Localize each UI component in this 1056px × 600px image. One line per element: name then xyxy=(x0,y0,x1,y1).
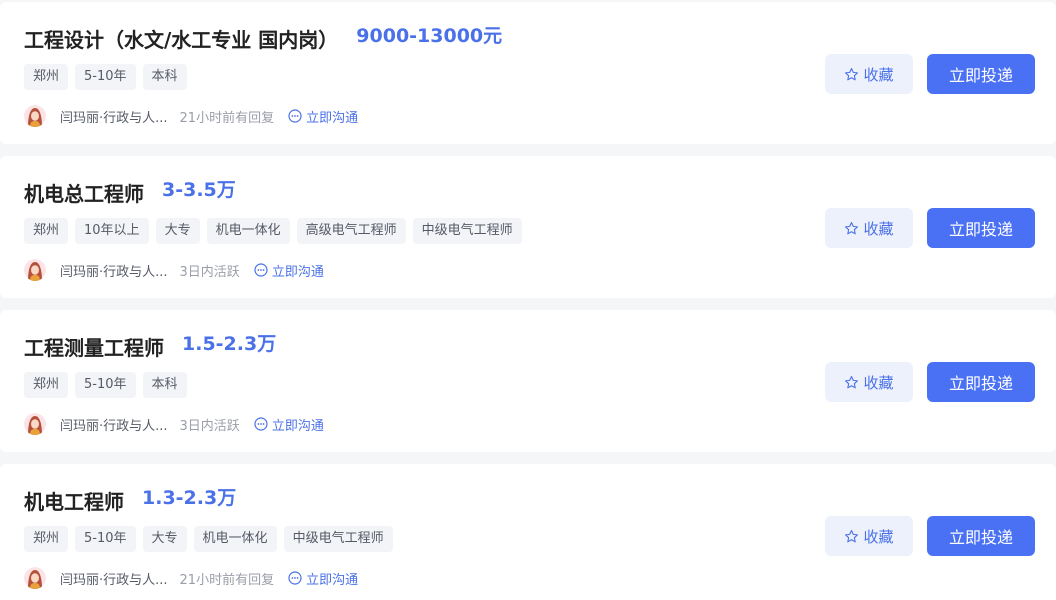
recruiter-avatar[interactable] xyxy=(24,413,46,435)
apply-label: 立即投递 xyxy=(948,66,1013,85)
favorite-button[interactable]: 收藏 xyxy=(825,516,913,556)
job-salary: 1.5-2.3万 xyxy=(182,332,277,355)
recruiter-active-status: 21小时前有回复 xyxy=(179,110,275,126)
favorite-button[interactable]: 收藏 xyxy=(825,54,913,94)
recruiter-active-status: 21小时前有回复 xyxy=(179,572,275,588)
chat-now-link[interactable]: 立即沟通 xyxy=(288,569,358,588)
job-title[interactable]: 工程测量工程师 xyxy=(24,332,164,361)
job-tag-skill: 中级电气工程师 xyxy=(283,526,393,552)
job-card[interactable]: 工程设计（水文/水工专业 国内岗） 9000-13000元 郑州 5-10年 本… xyxy=(0,2,1056,144)
favorite-label: 收藏 xyxy=(863,219,894,238)
star-outline-icon xyxy=(845,375,859,388)
job-tag-education: 大专 xyxy=(155,218,200,244)
recruiter-avatar[interactable] xyxy=(24,105,46,127)
job-tag-location: 郑州 xyxy=(24,218,69,244)
job-tag-experience: 5-10年 xyxy=(75,64,136,90)
job-tags: 郑州 5-10年 本科 xyxy=(24,64,187,90)
job-salary: 1.3-2.3万 xyxy=(142,486,237,509)
recruiter-active-status: 3日内活跃 xyxy=(179,264,240,280)
job-title[interactable]: 机电工程师 xyxy=(24,486,124,515)
favorite-button[interactable]: 收藏 xyxy=(825,362,913,402)
apply-button[interactable]: 立即投递 xyxy=(927,516,1035,556)
apply-button[interactable]: 立即投递 xyxy=(927,208,1035,248)
job-title-row: 机电总工程师 3-3.5万 xyxy=(24,176,236,208)
job-title-row: 机电工程师 1.3-2.3万 xyxy=(24,484,236,516)
chat-bubble-icon xyxy=(254,263,268,277)
recruiter-name: 闫玛丽·行政与人... xyxy=(60,264,168,280)
chat-bubble-icon xyxy=(288,109,302,123)
chat-now-label: 立即沟通 xyxy=(271,264,324,280)
recruiter-row: 闫玛丽·行政与人... 21小时前有回复 立即沟通 xyxy=(24,104,358,128)
favorite-label: 收藏 xyxy=(863,527,894,546)
job-tag-skill: 中级电气工程师 xyxy=(412,218,522,244)
job-card[interactable]: 工程测量工程师 1.5-2.3万 郑州 5-10年 本科 闫玛丽·行政与人...… xyxy=(0,310,1056,452)
job-salary: 3-3.5万 xyxy=(162,178,236,201)
job-tag-skill: 机电一体化 xyxy=(206,218,290,244)
job-tag-education: 本科 xyxy=(142,372,187,398)
job-tag-location: 郑州 xyxy=(24,526,69,552)
recruiter-row: 闫玛丽·行政与人... 3日内活跃 立即沟通 xyxy=(24,412,324,436)
chat-now-label: 立即沟通 xyxy=(271,418,324,434)
job-list: 工程设计（水文/水工专业 国内岗） 9000-13000元 郑州 5-10年 本… xyxy=(0,0,1056,600)
recruiter-name: 闫玛丽·行政与人... xyxy=(60,572,168,588)
star-outline-icon xyxy=(845,221,859,234)
job-title[interactable]: 机电总工程师 xyxy=(24,178,144,207)
job-title-row: 工程设计（水文/水工专业 国内岗） 9000-13000元 xyxy=(24,22,502,54)
recruiter-name: 闫玛丽·行政与人... xyxy=(60,418,168,434)
job-salary: 9000-13000元 xyxy=(356,24,503,47)
job-tag-skill: 高级电气工程师 xyxy=(296,218,406,244)
chat-now-label: 立即沟通 xyxy=(306,572,359,588)
recruiter-avatar[interactable] xyxy=(24,567,46,589)
recruiter-row: 闫玛丽·行政与人... 21小时前有回复 立即沟通 xyxy=(24,566,358,590)
job-tags: 郑州 10年以上 大专 机电一体化 高级电气工程师 中级电气工程师 xyxy=(24,218,522,244)
job-tag-experience: 5-10年 xyxy=(75,372,136,398)
job-tag-experience: 10年以上 xyxy=(75,218,149,244)
job-card[interactable]: 机电总工程师 3-3.5万 郑州 10年以上 大专 机电一体化 高级电气工程师 … xyxy=(0,156,1056,298)
apply-label: 立即投递 xyxy=(948,528,1013,547)
recruiter-avatar[interactable] xyxy=(24,259,46,281)
job-tag-education: 大专 xyxy=(142,526,187,552)
apply-label: 立即投递 xyxy=(948,374,1013,393)
job-title-row: 工程测量工程师 1.5-2.3万 xyxy=(24,330,276,362)
apply-label: 立即投递 xyxy=(948,220,1013,239)
star-outline-icon xyxy=(845,67,859,80)
job-tag-education: 本科 xyxy=(142,64,187,90)
job-tag-skill: 机电一体化 xyxy=(193,526,277,552)
chat-bubble-icon xyxy=(254,417,268,431)
favorite-button[interactable]: 收藏 xyxy=(825,208,913,248)
apply-button[interactable]: 立即投递 xyxy=(927,362,1035,402)
job-tags: 郑州 5-10年 本科 xyxy=(24,372,187,398)
job-card[interactable]: 机电工程师 1.3-2.3万 郑州 5-10年 大专 机电一体化 中级电气工程师… xyxy=(0,464,1056,600)
chat-now-label: 立即沟通 xyxy=(306,110,359,126)
favorite-label: 收藏 xyxy=(863,65,894,84)
job-tag-location: 郑州 xyxy=(24,372,69,398)
chat-bubble-icon xyxy=(288,571,302,585)
recruiter-active-status: 3日内活跃 xyxy=(179,418,240,434)
job-tag-experience: 5-10年 xyxy=(75,526,136,552)
chat-now-link[interactable]: 立即沟通 xyxy=(288,107,358,126)
job-tags: 郑州 5-10年 大专 机电一体化 中级电气工程师 xyxy=(24,526,393,552)
apply-button[interactable]: 立即投递 xyxy=(927,54,1035,94)
chat-now-link[interactable]: 立即沟通 xyxy=(254,415,324,434)
job-tag-location: 郑州 xyxy=(24,64,69,90)
star-outline-icon xyxy=(845,529,859,542)
job-title[interactable]: 工程设计（水文/水工专业 国内岗） xyxy=(24,24,338,53)
recruiter-row: 闫玛丽·行政与人... 3日内活跃 立即沟通 xyxy=(24,258,324,282)
chat-now-link[interactable]: 立即沟通 xyxy=(254,261,324,280)
recruiter-name: 闫玛丽·行政与人... xyxy=(60,110,168,126)
favorite-label: 收藏 xyxy=(863,373,894,392)
